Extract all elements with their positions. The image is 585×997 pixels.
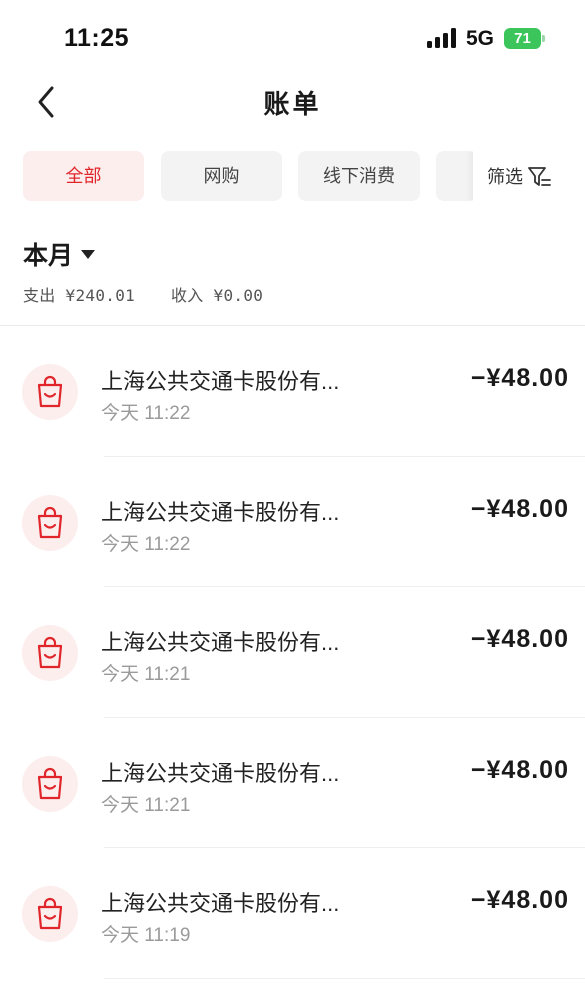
transaction-time: 今天 11:21 <box>101 794 191 816</box>
transaction-amount: −¥48.00 <box>470 755 569 784</box>
network-type: 5G <box>466 27 495 50</box>
transaction-amount: −¥48.00 <box>470 625 569 653</box>
transaction-list: 上海公共交通卡股份有... 今天 11:22 −¥48.00 上海公共交通卡股份… <box>0 326 585 979</box>
status-time: 11:25 <box>64 24 130 52</box>
tab-online-shopping[interactable]: 网购 <box>161 151 282 201</box>
transaction-row[interactable]: 上海公共交通卡股份有... 今天 11:21 −¥48.00 <box>0 718 585 848</box>
month-label: 本月 <box>23 242 74 270</box>
merchant-name: 上海公共交通卡股份有... <box>101 891 340 916</box>
cellular-signal-icon <box>427 28 459 48</box>
battery-indicator: 71 <box>504 28 541 49</box>
tab-offline-spending[interactable]: 线下消费 <box>298 151 420 201</box>
transaction-time: 今天 11:22 <box>101 403 191 424</box>
transaction-row[interactable]: 上海公共交通卡股份有... 今天 11:22 −¥48.00 <box>0 457 585 587</box>
merchant-name: 上海公共交通卡股份有... <box>101 630 340 655</box>
month-selector[interactable]: 本月 <box>23 236 96 272</box>
filter-label: 筛选 <box>487 167 523 187</box>
page-title: 账单 <box>263 89 322 119</box>
shopping-bag-icon <box>22 364 78 420</box>
merchant-name: 上海公共交通卡股份有... <box>101 499 340 525</box>
merchant-name: 上海公共交通卡股份有... <box>101 760 340 786</box>
transaction-row[interactable]: 上海公共交通卡股份有... 今天 11:19 −¥48.00 <box>0 848 585 979</box>
expense-total: 支出 ¥240.01 <box>23 286 136 305</box>
battery-level: 71 <box>514 30 531 47</box>
filter-button[interactable]: 筛选 <box>473 151 585 201</box>
transaction-time: 今天 11:21 <box>101 664 191 685</box>
caret-down-icon <box>81 249 96 259</box>
transaction-time: 今天 11:22 <box>101 533 191 555</box>
row-divider <box>104 977 585 979</box>
battery-tip <box>542 35 545 42</box>
shopping-bag-icon <box>22 755 78 812</box>
tab-all[interactable]: 全部 <box>23 151 144 201</box>
merchant-name: 上海公共交通卡股份有... <box>101 369 340 394</box>
transaction-row[interactable]: 上海公共交通卡股份有... 今天 11:21 −¥48.00 <box>0 587 585 718</box>
filter-icon <box>528 167 551 186</box>
transaction-amount: −¥48.00 <box>470 494 569 523</box>
shopping-bag-icon <box>22 886 78 942</box>
transaction-amount: −¥48.00 <box>470 364 569 392</box>
status-bar: 11:25 5G 71 <box>0 0 585 78</box>
shopping-bag-icon <box>22 625 78 681</box>
category-tabs: 全部 网购 线下消费 筛选 <box>0 151 585 201</box>
period-summary: 支出 ¥240.01 收入 ¥0.00 <box>23 282 289 306</box>
transaction-amount: −¥48.00 <box>470 886 569 914</box>
shopping-bag-icon <box>22 494 78 551</box>
transaction-time: 今天 11:19 <box>101 925 191 946</box>
transaction-row[interactable]: 上海公共交通卡股份有... 今天 11:22 −¥48.00 <box>0 326 585 457</box>
income-total: 收入 ¥0.00 <box>171 286 264 305</box>
